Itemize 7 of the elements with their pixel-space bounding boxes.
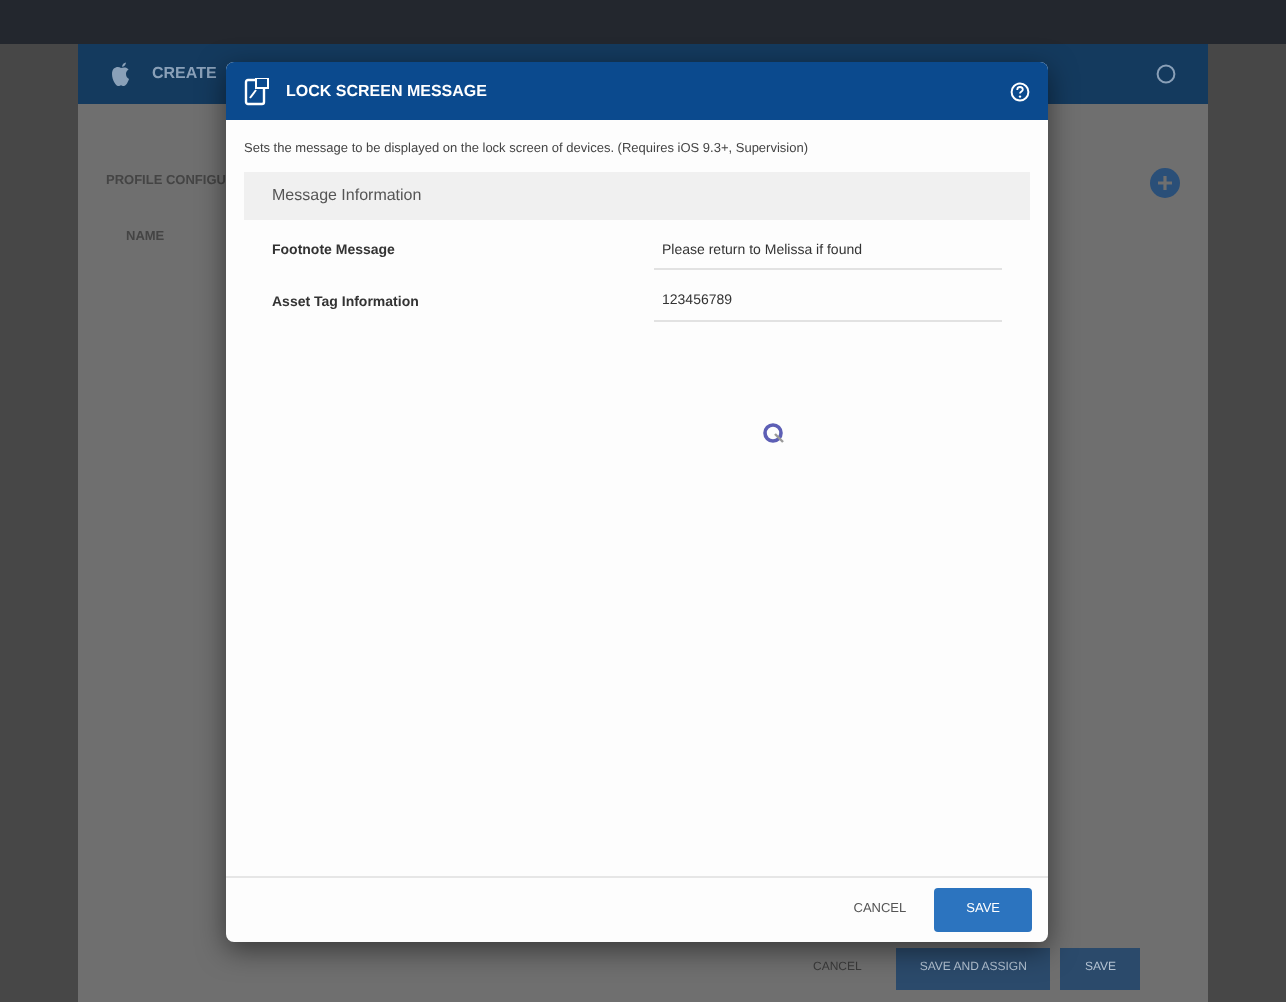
phone-icon — [244, 77, 270, 105]
apple-logo-icon — [110, 62, 132, 86]
loading-cursor-icon — [762, 421, 786, 446]
page-title: CREATE — [152, 62, 217, 86]
dialog-title: LOCK SCREEN MESSAGE — [286, 79, 489, 103]
help-icon[interactable] — [1156, 64, 1176, 84]
section-header: Message Information — [244, 171, 1030, 220]
